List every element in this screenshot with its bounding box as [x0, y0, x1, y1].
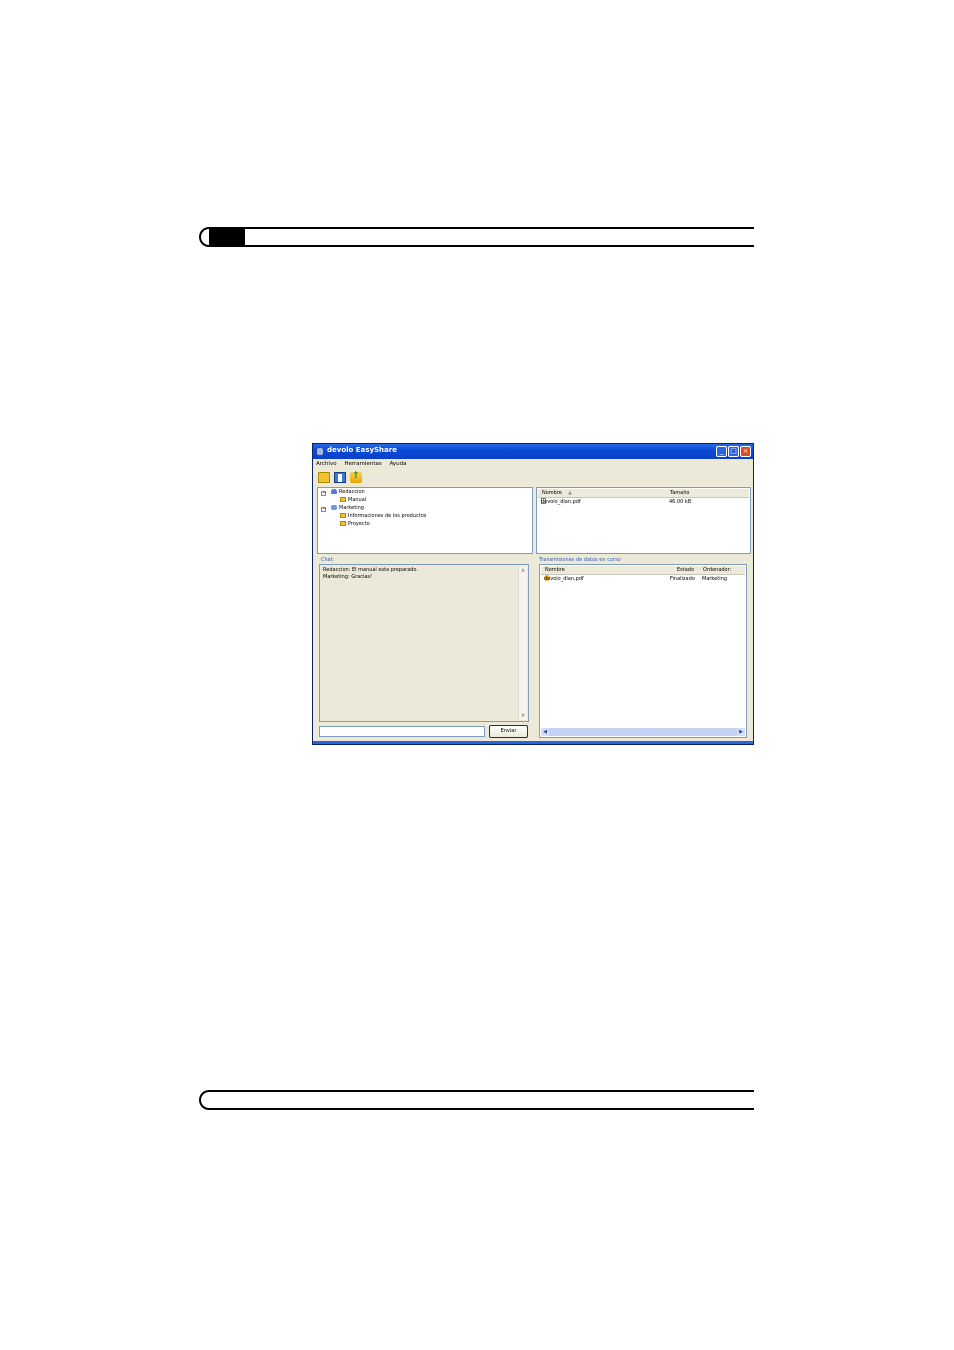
- transfers-header: Nombre Estado Ordenador:: [541, 566, 745, 575]
- transfers-hscrollbar[interactable]: ◀ ⋮ ▶: [541, 728, 745, 736]
- collapse-toggle[interactable]: −: [321, 507, 326, 512]
- upload-icon[interactable]: [350, 471, 362, 483]
- collapse-toggle[interactable]: −: [321, 491, 326, 496]
- toolbar: [313, 470, 753, 486]
- folder-icon: [340, 521, 346, 526]
- close-button[interactable]: ×: [740, 446, 751, 457]
- chat-message: Marketing: Gracias!: [323, 574, 372, 580]
- page-number-tab: [209, 227, 245, 247]
- tree-item-redaccion[interactable]: Redaccion: [331, 489, 365, 495]
- tree-item-manual[interactable]: Manual: [340, 497, 366, 503]
- transfers-list: Nombre Estado Ordenador: devolo_dlan.pdf…: [539, 564, 747, 738]
- chat-label: Chat:: [321, 557, 335, 563]
- tree-item-marketing[interactable]: Marketing: [331, 505, 364, 511]
- file-list: Nombre ▲ Tamaño devolo_dlan.pdf 46.00 kB: [536, 487, 751, 554]
- title-bar[interactable]: devolo EasyShare _ □ ×: [313, 444, 753, 459]
- window-bottom-border: [313, 741, 753, 744]
- menu-ayuda[interactable]: Ayuda: [390, 461, 407, 467]
- column-header-ordenador[interactable]: Ordenador:: [703, 566, 731, 574]
- scroll-left-icon[interactable]: ◀: [541, 728, 549, 736]
- transfer-row[interactable]: devolo_dlan.pdf Finalizado Marketing: [542, 575, 744, 583]
- tree-item-proyecto[interactable]: Proyecto: [340, 521, 370, 527]
- column-header-tamano[interactable]: Tamaño: [670, 489, 689, 497]
- open-folder-icon[interactable]: [318, 472, 330, 483]
- folder-icon: [340, 497, 346, 502]
- scroll-down-icon[interactable]: ▼: [519, 712, 527, 720]
- chat-scrollbar[interactable]: ▲ ▼: [518, 566, 527, 720]
- minimize-button[interactable]: _: [716, 446, 727, 457]
- scroll-right-icon[interactable]: ▶: [737, 728, 745, 736]
- menu-herramientas[interactable]: Herramientas: [344, 461, 381, 467]
- menu-archivo[interactable]: Archivo: [316, 461, 337, 467]
- transfers-label: Transmisiones de datos en curso: [539, 557, 621, 563]
- chat-input[interactable]: [319, 726, 485, 737]
- file-list-header: Nombre ▲ Tamaño: [538, 489, 749, 498]
- scroll-up-icon[interactable]: ▲: [519, 566, 527, 574]
- sort-ascending-icon: ▲: [568, 490, 572, 496]
- menu-bar: Archivo Herramientas Ayuda: [313, 459, 753, 469]
- group-icon: [331, 505, 337, 510]
- folder-icon: [340, 513, 346, 518]
- file-row[interactable]: devolo_dlan.pdf 46.00 kB: [539, 498, 748, 506]
- app-window: devolo EasyShare _ □ × Archivo Herramien…: [312, 443, 754, 745]
- file-size: 46.00 kB: [669, 499, 692, 505]
- send-button[interactable]: Enviar: [489, 725, 528, 738]
- transfer-computer: Marketing: [702, 576, 727, 582]
- column-header-estado[interactable]: Estado: [677, 566, 694, 574]
- scroll-grip-icon[interactable]: ⋮: [640, 730, 644, 735]
- page-header-bar: [199, 227, 754, 247]
- app-icon: [316, 447, 324, 456]
- chat-message: Redaccion: El manual esta preparado.: [323, 567, 418, 573]
- transfer-status: Finalizado: [670, 576, 695, 582]
- window-title: devolo EasyShare: [327, 446, 397, 454]
- column-header-nombre[interactable]: Nombre: [542, 489, 562, 497]
- columns-icon[interactable]: [334, 472, 346, 483]
- column-header-nombre[interactable]: Nombre: [545, 566, 565, 574]
- page-footer-bar: [199, 1090, 754, 1110]
- maximize-button[interactable]: □: [728, 446, 739, 457]
- chat-log: Redaccion: El manual esta preparado. Mar…: [319, 564, 529, 722]
- user-icon: [331, 489, 337, 494]
- user-tree: − Redaccion Manual − Marketing Informaci…: [317, 487, 533, 554]
- tree-item-informaciones[interactable]: Informaciones de los productos: [340, 513, 426, 519]
